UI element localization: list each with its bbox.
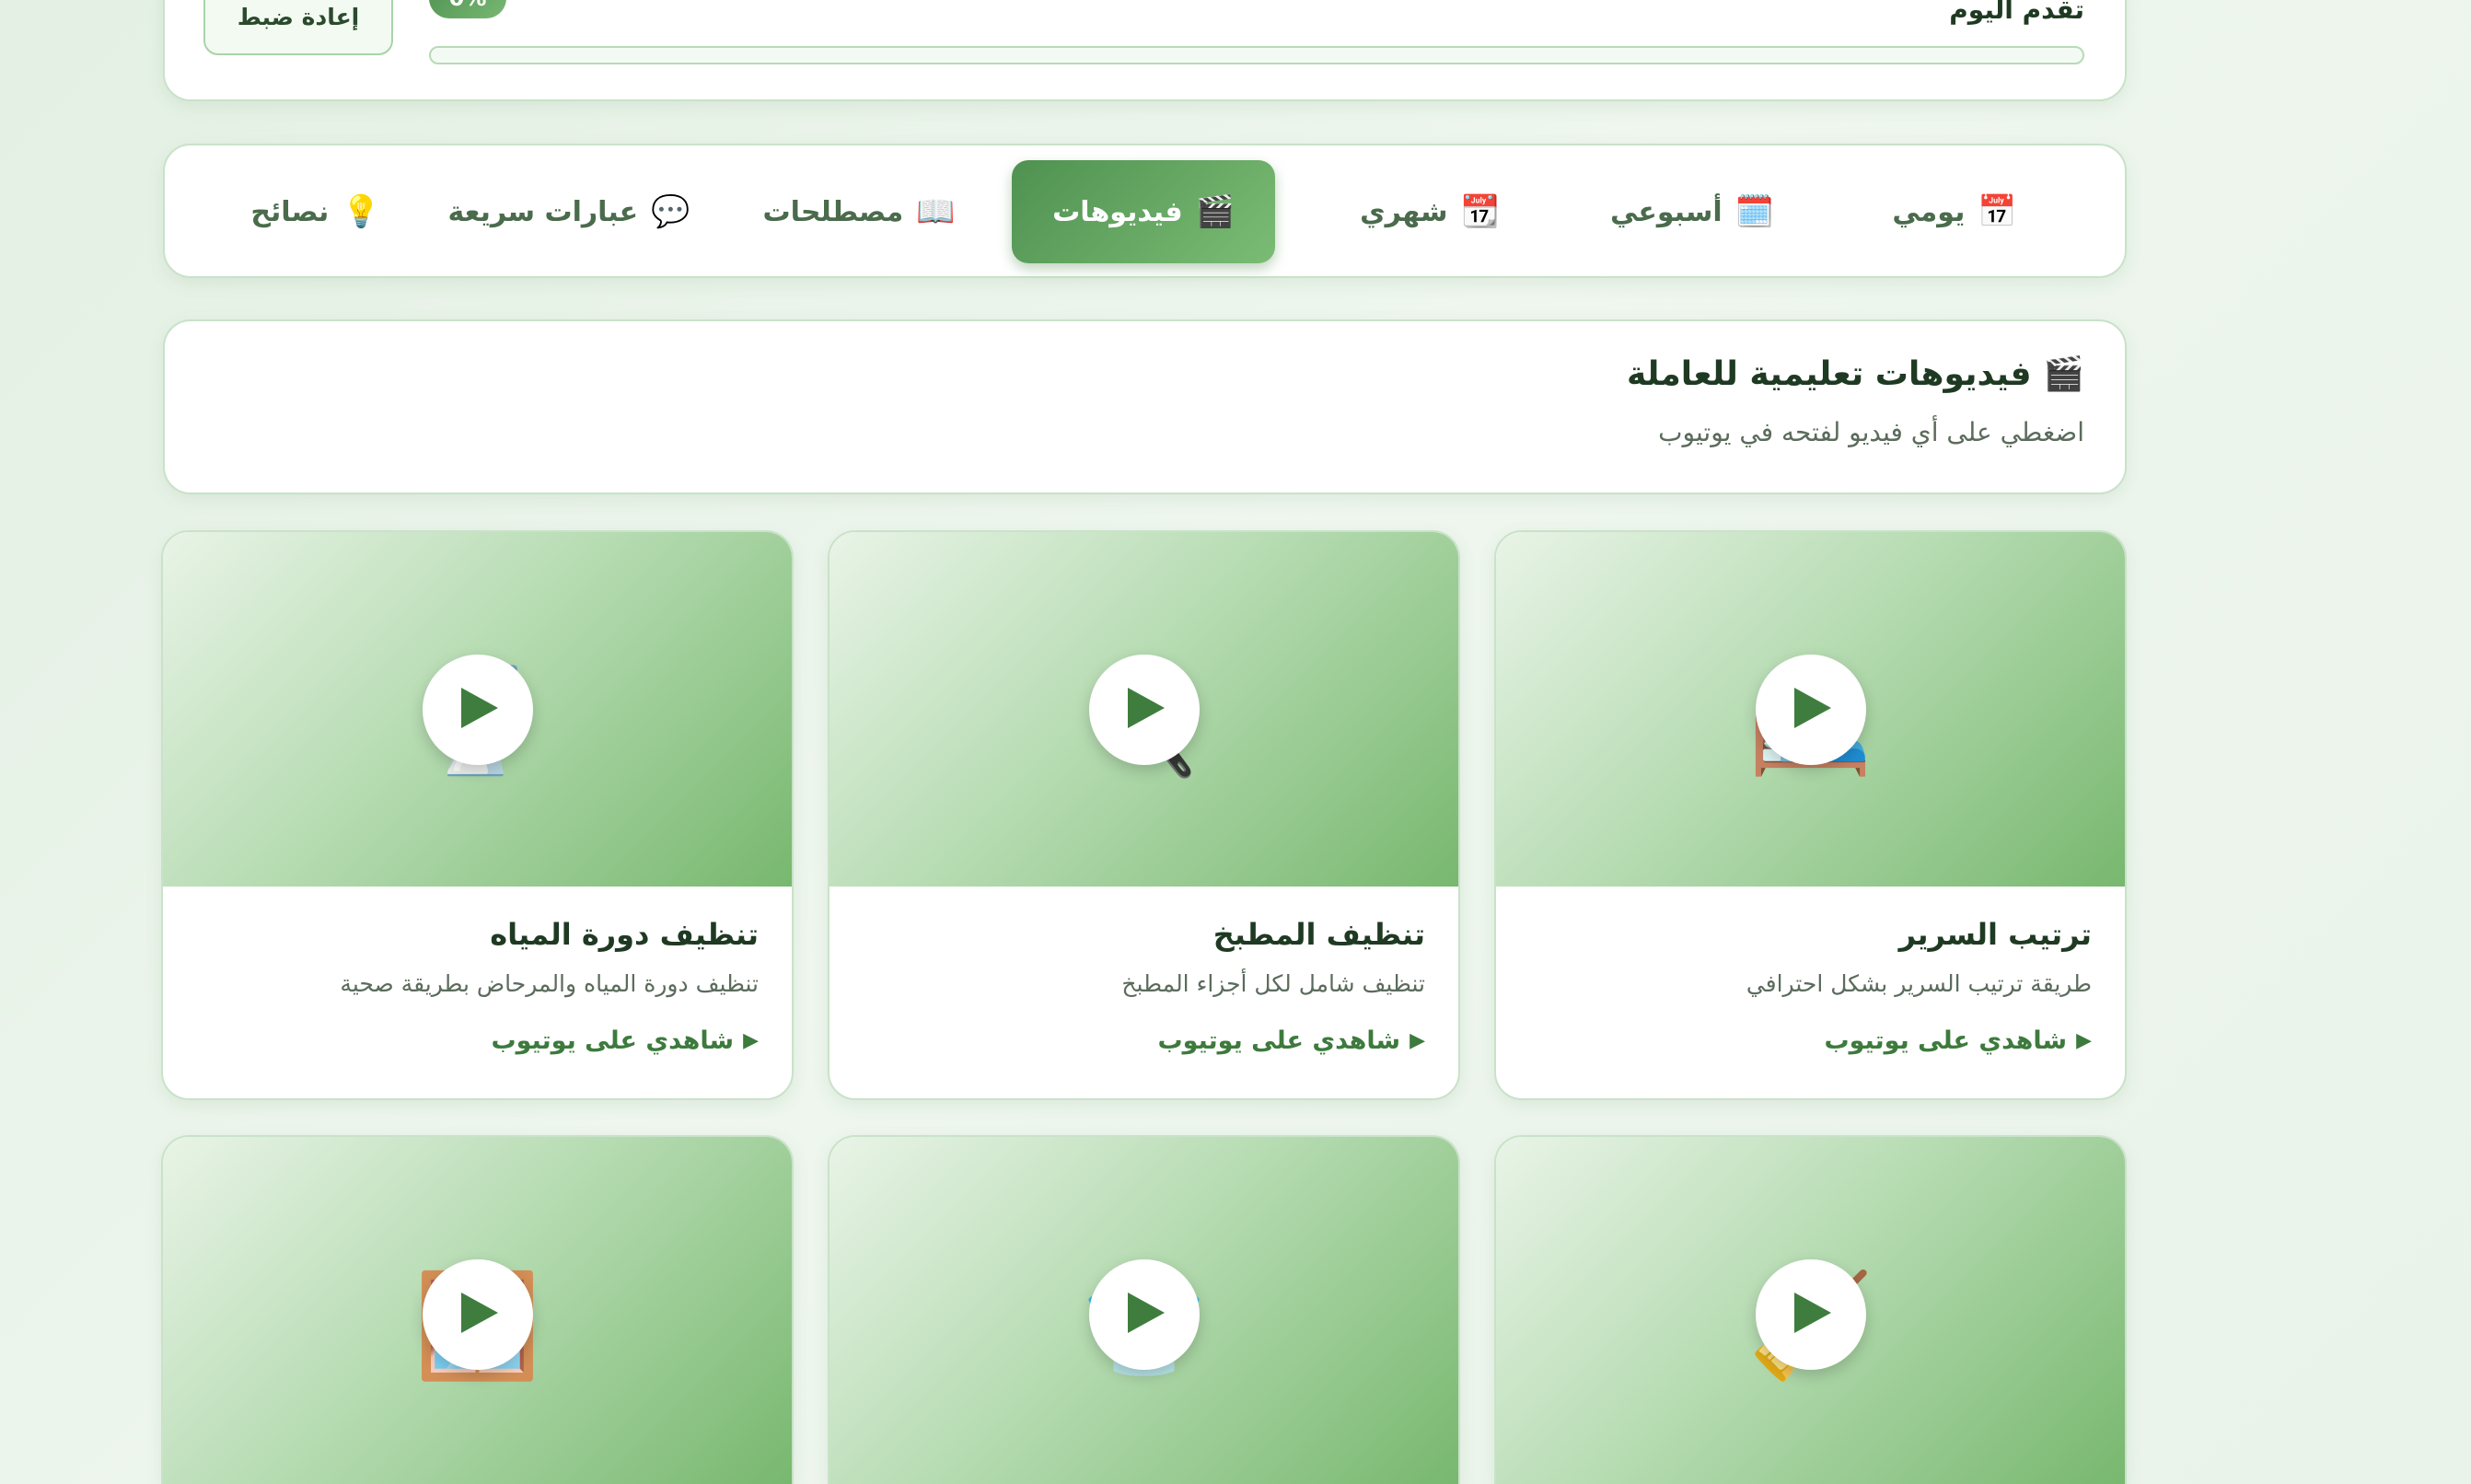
play-button[interactable] [422,1259,533,1370]
watch-on-youtube-link[interactable]: ▶ شاهدي على يوتيوب [1157,1026,1425,1055]
play-button[interactable] [1088,1259,1200,1370]
video-thumbnail[interactable]: 🪟 [163,1137,792,1484]
tab-label: عبارات سريعة [447,195,639,228]
clapper-icon: 🎬 [1195,193,1235,230]
tab-label: أسبوعي [1609,195,1723,228]
section-header: 🎬 فيديوهات تعليمية للعاملة اضغطي على أي … [163,319,2127,494]
video-title: تنظيف دورة المياه [490,917,759,952]
watch-link-label: شاهدي على يوتيوب [1824,1026,2068,1055]
tab-label: يومي [1892,195,1966,228]
play-button[interactable] [1088,655,1200,765]
video-title: تنظيف المطبخ [1212,917,1425,952]
video-thumbnail[interactable]: 👕 [829,1137,1458,1484]
tab-label: فيديوهات [1052,195,1183,228]
speech-bubble-icon: 💬 [651,193,690,230]
video-thumbnail[interactable]: 🛏️ [1496,532,2125,887]
tab-bar: 📅 يومي 🗓️ أسبوعي 📆 شهري 🎬 فيديوهات 📖 مصط… [163,144,2127,278]
play-button[interactable] [422,655,533,765]
watch-link-label: شاهدي على يوتيوب [491,1026,735,1055]
watch-on-youtube-link[interactable]: ▶ شاهدي على يوتيوب [491,1026,759,1055]
video-card-window[interactable]: 🪟 [161,1135,794,1484]
video-description: تنظيف شامل لكل أجزاء المطبخ [1121,970,1425,997]
lightbulb-icon: 💡 [342,193,381,230]
video-card-laundry[interactable]: 👕 [828,1135,1460,1484]
watch-link-label: شاهدي على يوتيوب [1157,1026,1401,1055]
tab-label: شهري [1360,195,1448,228]
tab-quick-phrases[interactable]: 💬 عبارات سريعة [431,160,707,263]
book-icon: 📖 [916,193,956,230]
tab-videos[interactable]: 🎬 فيديوهات [1012,160,1275,263]
reset-button[interactable]: إعادة ضبط [203,0,393,55]
tab-weekly[interactable]: 🗓️ أسبوعي [1577,160,1807,263]
play-triangle-icon: ▶ [1410,1029,1425,1052]
video-description: تنظيف دورة المياه والمرحاض بطريقة صحية [340,970,759,997]
video-title: ترتيب السرير [1898,917,2092,952]
tab-monthly[interactable]: 📆 شهري [1315,160,1545,263]
daily-progress-panel: تقدم اليوم 0% إعادة ضبط [163,0,2127,101]
tab-terms[interactable]: 📖 مصطلحات [735,160,983,263]
video-card-bed[interactable]: 🛏️ ترتيب السرير طريقة ترتيب السرير بشكل … [1494,530,2127,1100]
section-subtitle: اضغطي على أي فيديو لفتحه في يوتيوب [1658,417,2084,447]
section-title-text: فيديوهات تعليمية للعاملة [1626,355,2032,393]
play-triangle-icon: ▶ [743,1029,759,1052]
spiral-calendar-icon: 🗓️ [1734,193,1775,230]
video-thumbnail[interactable]: 🚽 [163,532,792,887]
tab-label: نصائح [250,195,330,228]
tab-tips[interactable]: 💡 نصائح [219,160,412,263]
play-button[interactable] [1755,655,1866,765]
progress-title: تقدم اليوم [1949,0,2084,25]
video-thumbnail[interactable]: 🧹 [1496,1137,2125,1484]
play-triangle-icon: ▶ [2076,1029,2092,1052]
video-thumbnail[interactable]: 🍳 [829,532,1458,887]
video-card-bathroom[interactable]: 🚽 تنظيف دورة المياه تنظيف دورة المياه وا… [161,530,794,1100]
video-description: طريقة ترتيب السرير بشكل احترافي [1746,970,2092,997]
video-card-broom[interactable]: 🧹 [1494,1135,2127,1484]
tab-label: مصطلحات [762,195,904,228]
clapper-icon: 🎬 [2043,355,2084,393]
tear-off-calendar-icon: 📆 [1460,193,1500,230]
play-button[interactable] [1755,1259,1866,1370]
tab-daily[interactable]: 📅 يومي [1839,160,2070,263]
progress-bar [429,46,2084,64]
progress-percent-badge: 0% [429,0,506,18]
calendar-icon: 📅 [1978,193,2017,230]
watch-on-youtube-link[interactable]: ▶ شاهدي على يوتيوب [1824,1026,2092,1055]
video-card-kitchen[interactable]: 🍳 تنظيف المطبخ تنظيف شامل لكل أجزاء المط… [828,530,1460,1100]
section-title: 🎬 فيديوهات تعليمية للعاملة [1627,354,2084,393]
